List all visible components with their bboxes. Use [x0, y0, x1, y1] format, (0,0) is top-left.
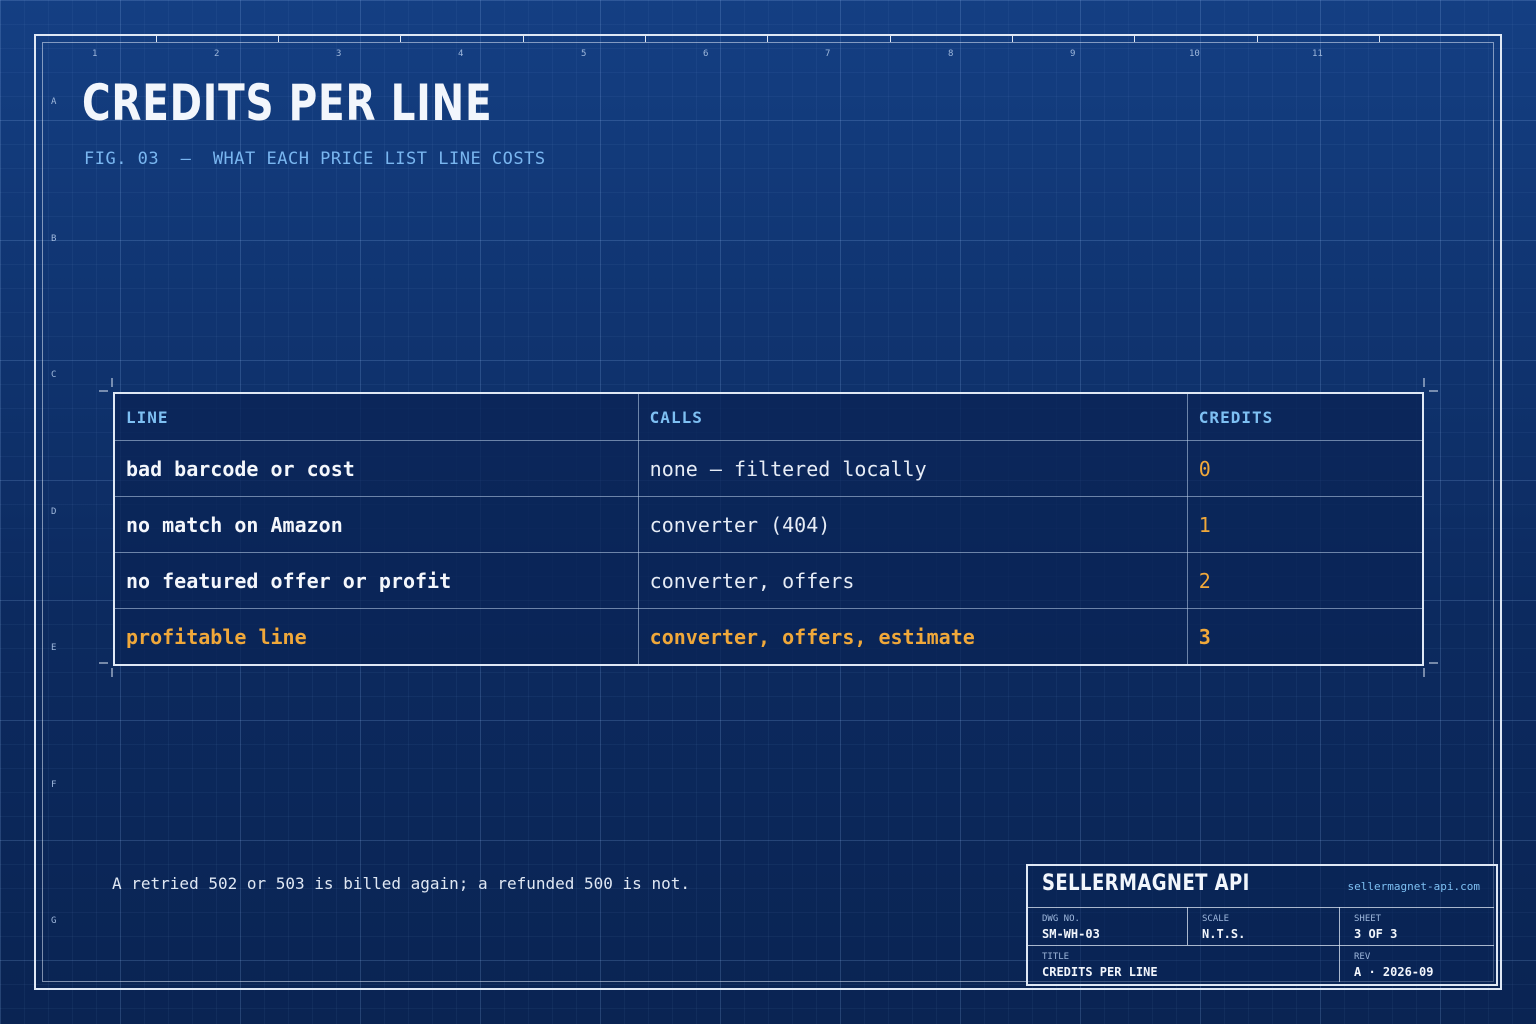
grid-column-number: 6 — [703, 49, 709, 59]
title-block-divider — [1187, 907, 1188, 945]
brand-url: sellermagnet-api.com — [1347, 880, 1480, 893]
grid-row-letter: E — [51, 643, 57, 653]
revision-cell: REV A · 2026-09 — [1354, 952, 1433, 980]
drawing-title-label: TITLE — [1042, 952, 1070, 962]
drawing-title-value: CREDITS PER LINE — [1042, 965, 1158, 979]
column-header-line: LINE — [113, 392, 639, 441]
grid-column-number: 5 — [581, 49, 587, 59]
brand-name: SELLERMAGNET API — [1042, 871, 1250, 896]
column-tick — [278, 34, 279, 42]
column-header-calls: CALLS — [637, 392, 1188, 441]
table-row-highlighted: profitable line converter, offers, estim… — [113, 608, 1424, 666]
grid-row-letter: F — [51, 780, 57, 790]
grid-row-letter: B — [51, 234, 57, 244]
calls-cell: converter, offers — [637, 552, 1188, 609]
grid-row-letter: C — [51, 370, 57, 380]
dwg-no-value: SM-WH-03 — [1042, 927, 1100, 941]
column-ticks — [34, 34, 1502, 42]
revision-value: A · 2026-09 — [1354, 965, 1434, 979]
table-row: no featured offer or profit converter, o… — [113, 552, 1424, 609]
column-tick — [890, 34, 891, 42]
footnote: A retried 502 or 503 is billed again; a … — [112, 874, 690, 893]
table-row: no match on Amazon converter (404) 1 — [113, 496, 1424, 553]
grid-row-letter: G — [51, 916, 57, 926]
dwg-no-label: DWG NO. — [1042, 914, 1080, 924]
grid-row-letter: A — [51, 97, 57, 107]
title-block: SELLERMAGNET API sellermagnet-api.com DW… — [1026, 864, 1498, 986]
calls-cell: converter (404) — [637, 496, 1188, 553]
grid-column-number: 7 — [825, 49, 831, 59]
grid-row-letter: D — [51, 507, 57, 517]
line-cell: profitable line — [113, 608, 639, 666]
table-header-row: LINE CALLS CREDITS — [113, 392, 1424, 441]
column-header-credits: CREDITS — [1186, 392, 1424, 441]
sheet-cell: SHEET 3 OF 3 — [1354, 914, 1397, 942]
grid-column-number: 9 — [1070, 49, 1076, 59]
line-cell: no match on Amazon — [113, 496, 639, 553]
title-block-divider — [1339, 907, 1340, 982]
calls-cell: converter, offers, estimate — [637, 608, 1188, 666]
grid-column-number: 10 — [1189, 49, 1200, 59]
revision-label: REV — [1354, 952, 1371, 962]
scale-cell: SCALE N.T.S. — [1202, 914, 1245, 942]
credits-cell: 1 — [1186, 496, 1424, 553]
column-tick — [1257, 34, 1258, 42]
column-tick — [1379, 34, 1380, 42]
column-tick — [156, 34, 157, 42]
column-tick — [1134, 34, 1135, 42]
grid-column-number: 1 — [92, 49, 98, 59]
title-block-divider — [1028, 945, 1494, 946]
sheet-value: 3 OF 3 — [1354, 927, 1398, 941]
credits-cell: 2 — [1186, 552, 1424, 609]
title-block-header: SELLERMAGNET API sellermagnet-api.com — [1028, 866, 1494, 908]
grid-column-number: 11 — [1312, 49, 1323, 59]
credits-cell: 3 — [1186, 608, 1424, 666]
sheet-label: SHEET — [1354, 914, 1382, 924]
dwg-no-cell: DWG NO. SM-WH-03 — [1042, 914, 1100, 942]
line-cell: bad barcode or cost — [113, 440, 639, 497]
grid-column-number: 2 — [214, 49, 220, 59]
calls-cell: none — filtered locally — [637, 440, 1188, 497]
figure-caption: FIG. 03 — WHAT EACH PRICE LIST LINE COST… — [84, 149, 546, 169]
grid-column-number: 8 — [948, 49, 954, 59]
column-tick — [767, 34, 768, 42]
scale-value: N.T.S. — [1202, 927, 1246, 941]
drawing-title-cell: TITLE CREDITS PER LINE — [1042, 952, 1158, 980]
page-title: CREDITS PER LINE — [82, 74, 493, 132]
grid-column-number: 3 — [336, 49, 342, 59]
credits-table: LINE CALLS CREDITS bad barcode or cost n… — [113, 392, 1424, 666]
column-tick — [523, 34, 524, 42]
scale-label: SCALE — [1202, 914, 1230, 924]
column-tick — [645, 34, 646, 42]
line-cell: no featured offer or profit — [113, 552, 639, 609]
grid-column-number: 4 — [458, 49, 464, 59]
table-row: bad barcode or cost none — filtered loca… — [113, 440, 1424, 497]
credits-table-container: LINE CALLS CREDITS bad barcode or cost n… — [113, 392, 1424, 666]
credits-cell: 0 — [1186, 440, 1424, 497]
column-tick — [400, 34, 401, 42]
column-tick — [1012, 34, 1013, 42]
